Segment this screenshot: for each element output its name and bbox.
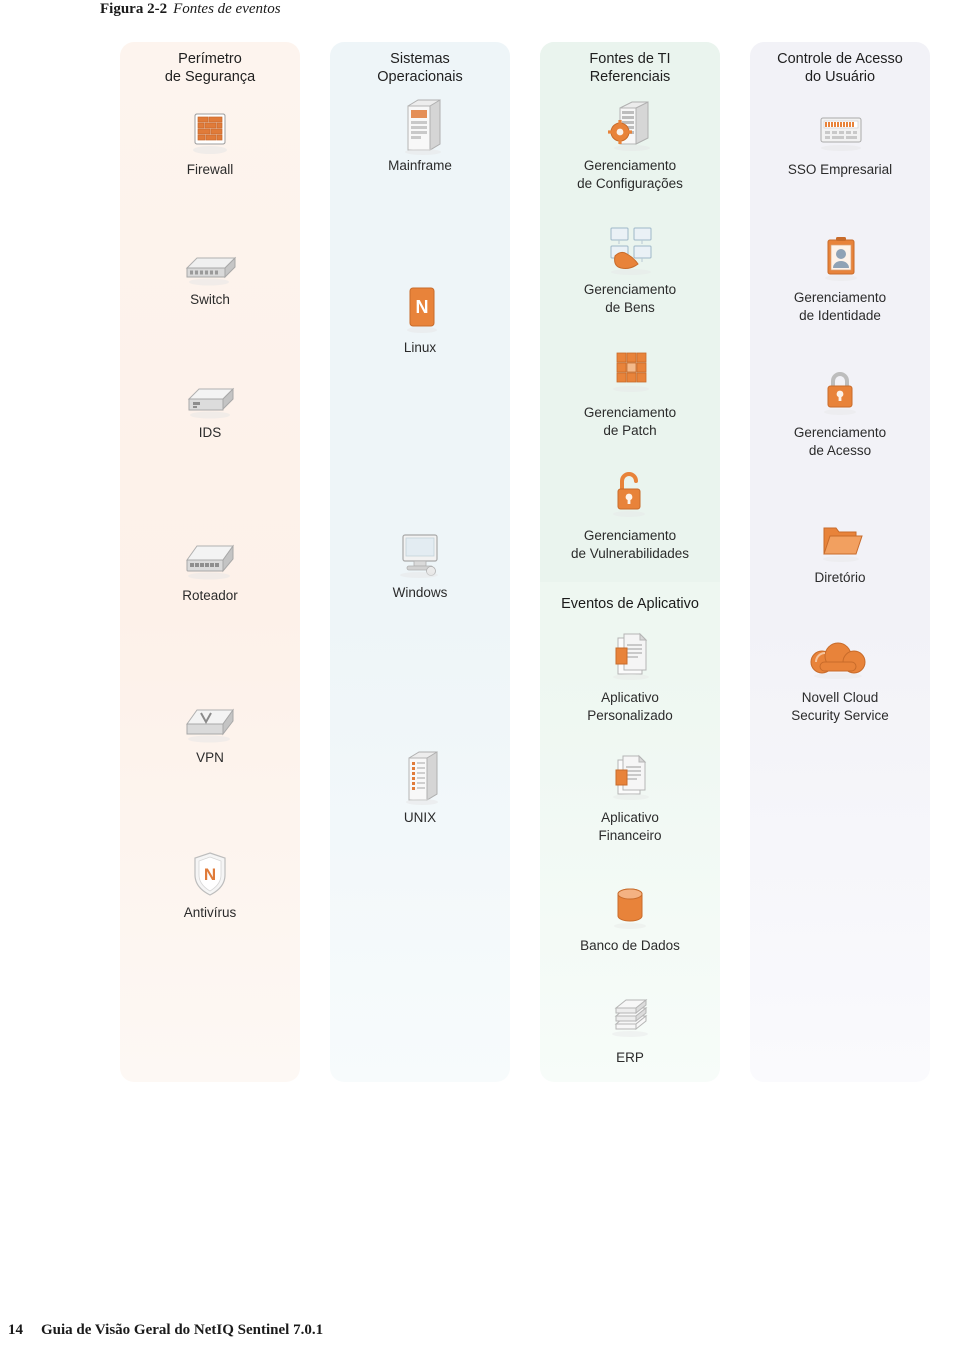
switch-icon — [120, 234, 300, 290]
node-label: Novell Cloud — [801, 690, 879, 705]
node-label: Diretório — [814, 570, 866, 585]
column-heading-operating-systems: Sistemas Operacionais — [377, 51, 463, 85]
diagram-columns: Perímetro de Segurança Firewall Switch I… — [100, 42, 930, 1092]
node-label: Gerenciamento — [583, 405, 677, 420]
node-vpn: VPN — [120, 692, 300, 766]
antivirus-icon: N — [120, 847, 300, 903]
node-cloud-security: Novell Cloud Security Service — [750, 632, 930, 724]
linux-icon: N — [330, 282, 510, 338]
node-mainframe: Mainframe — [330, 99, 510, 174]
node-settings-management: Gerenciamento de Configurações — [540, 100, 720, 192]
node-antivirus: N Antivírus — [120, 847, 300, 921]
column-heading-security-perimeter: Perímetro de Segurança — [164, 51, 256, 85]
node-label: Aplicativo — [601, 810, 659, 825]
node-switch: Switch — [120, 234, 300, 308]
node-label: Personalizado — [587, 708, 673, 723]
node-label: de Vulnerabilidades — [570, 546, 690, 561]
node-label: UNIX — [403, 810, 437, 825]
financial-application-icon — [540, 752, 720, 808]
database-icon — [540, 880, 720, 936]
vpn-icon — [120, 692, 300, 748]
column-security-perimeter: Perímetro de Segurança Firewall Switch I… — [120, 42, 300, 1082]
node-sso: SSO Empresarial — [750, 104, 930, 178]
settings-management-icon — [540, 100, 720, 156]
node-custom-application: Aplicativo Personalizado — [540, 632, 720, 724]
node-vulnerability-management: Gerenciamento de Vulnerabilidades — [540, 470, 720, 562]
node-label: Roteador — [182, 588, 238, 603]
node-firewall: Firewall — [120, 104, 300, 178]
custom-application-icon — [540, 632, 720, 688]
node-label: ERP — [616, 1050, 644, 1065]
vulnerability-management-icon — [540, 470, 720, 526]
node-label: de Identidade — [799, 308, 881, 323]
svg-text:N: N — [416, 297, 429, 317]
node-label: Gerenciamento — [793, 290, 887, 305]
node-unix: UNIX — [330, 751, 510, 826]
router-icon — [120, 530, 300, 586]
directory-icon — [750, 512, 930, 568]
node-label: Mainframe — [388, 158, 452, 173]
access-management-icon — [750, 367, 930, 423]
node-ids: IDS — [120, 367, 300, 441]
page: Figura 2-2 Fontes de eventos Perímetro de… — [0, 0, 960, 1357]
node-label: IDS — [198, 425, 222, 440]
footer-text: Guia de Visão Geral do NetIQ Sentinel 7.… — [41, 1322, 324, 1338]
node-asset-management: Gerenciamento de Bens — [540, 224, 720, 316]
node-patch-management: Gerenciamento de Patch — [540, 347, 720, 439]
svg-text:N: N — [204, 865, 216, 884]
patch-management-icon — [540, 347, 720, 403]
node-label: Gerenciamento — [583, 282, 677, 297]
node-label: Antivírus — [183, 905, 237, 920]
node-erp: ERP — [540, 992, 720, 1066]
firewall-icon — [120, 104, 300, 160]
node-identity-management: Gerenciamento de Identidade — [750, 232, 930, 324]
node-label: de Bens — [605, 300, 655, 315]
figure-number: Figura 2-2 — [100, 1, 168, 17]
node-label: de Configurações — [577, 176, 683, 191]
node-database: Banco de Dados — [540, 880, 720, 954]
subsection-title-application-events: Eventos de Aplicativo — [561, 596, 699, 612]
node-label: Gerenciamento — [583, 528, 677, 543]
unix-icon — [330, 751, 510, 808]
node-label: Banco de Dados — [580, 938, 680, 953]
node-label: Firewall — [186, 162, 234, 177]
cloud-security-icon — [750, 632, 930, 688]
asset-management-icon — [540, 224, 720, 280]
mainframe-icon — [330, 99, 510, 156]
node-label: de Patch — [603, 423, 657, 438]
sso-icon — [750, 104, 930, 160]
node-access-management: Gerenciamento de Acesso — [750, 367, 930, 459]
figure-title: Fontes de eventos — [173, 1, 281, 17]
node-label: Gerenciamento — [793, 425, 887, 440]
figure-caption: Figura 2-2 Fontes de eventos — [100, 0, 281, 18]
erp-icon — [540, 992, 720, 1048]
column-heading-user-access-control: Controle de Acesso do Usuário — [777, 51, 903, 85]
node-label: de Acesso — [808, 443, 872, 458]
node-windows: Windows — [330, 527, 510, 601]
node-label: Aplicativo — [601, 690, 659, 705]
node-router: Roteador — [120, 530, 300, 604]
node-label: VPN — [196, 750, 224, 765]
node-label: Security Service — [791, 708, 889, 723]
node-label: Linux — [403, 340, 437, 355]
node-label: Financeiro — [598, 828, 662, 843]
node-financial-application: Aplicativo Financeiro — [540, 752, 720, 844]
node-label: Windows — [392, 585, 448, 600]
node-label: SSO Empresarial — [787, 162, 893, 177]
column-heading-referential-it-sources: Fontes de TI Referenciais — [589, 51, 671, 85]
column-operating-systems: Sistemas Operacionais Mainframe N Linux … — [330, 42, 510, 1082]
column-user-access-control: Controle de Acesso do Usuário SSO Empres… — [750, 42, 930, 1082]
identity-management-icon — [750, 232, 930, 288]
windows-icon — [330, 527, 510, 583]
node-label: Switch — [190, 292, 230, 307]
page-number: 14 — [8, 1322, 23, 1338]
node-label: Gerenciamento — [583, 158, 677, 173]
page-footer: 14 Guia de Visão Geral do NetIQ Sentinel … — [8, 1322, 323, 1339]
node-linux: N Linux — [330, 282, 510, 356]
ids-icon — [120, 367, 300, 423]
node-directory: Diretório — [750, 512, 930, 586]
column-referential-it-sources: Fontes de TI Referenciais Gerenciamento … — [540, 42, 720, 1082]
